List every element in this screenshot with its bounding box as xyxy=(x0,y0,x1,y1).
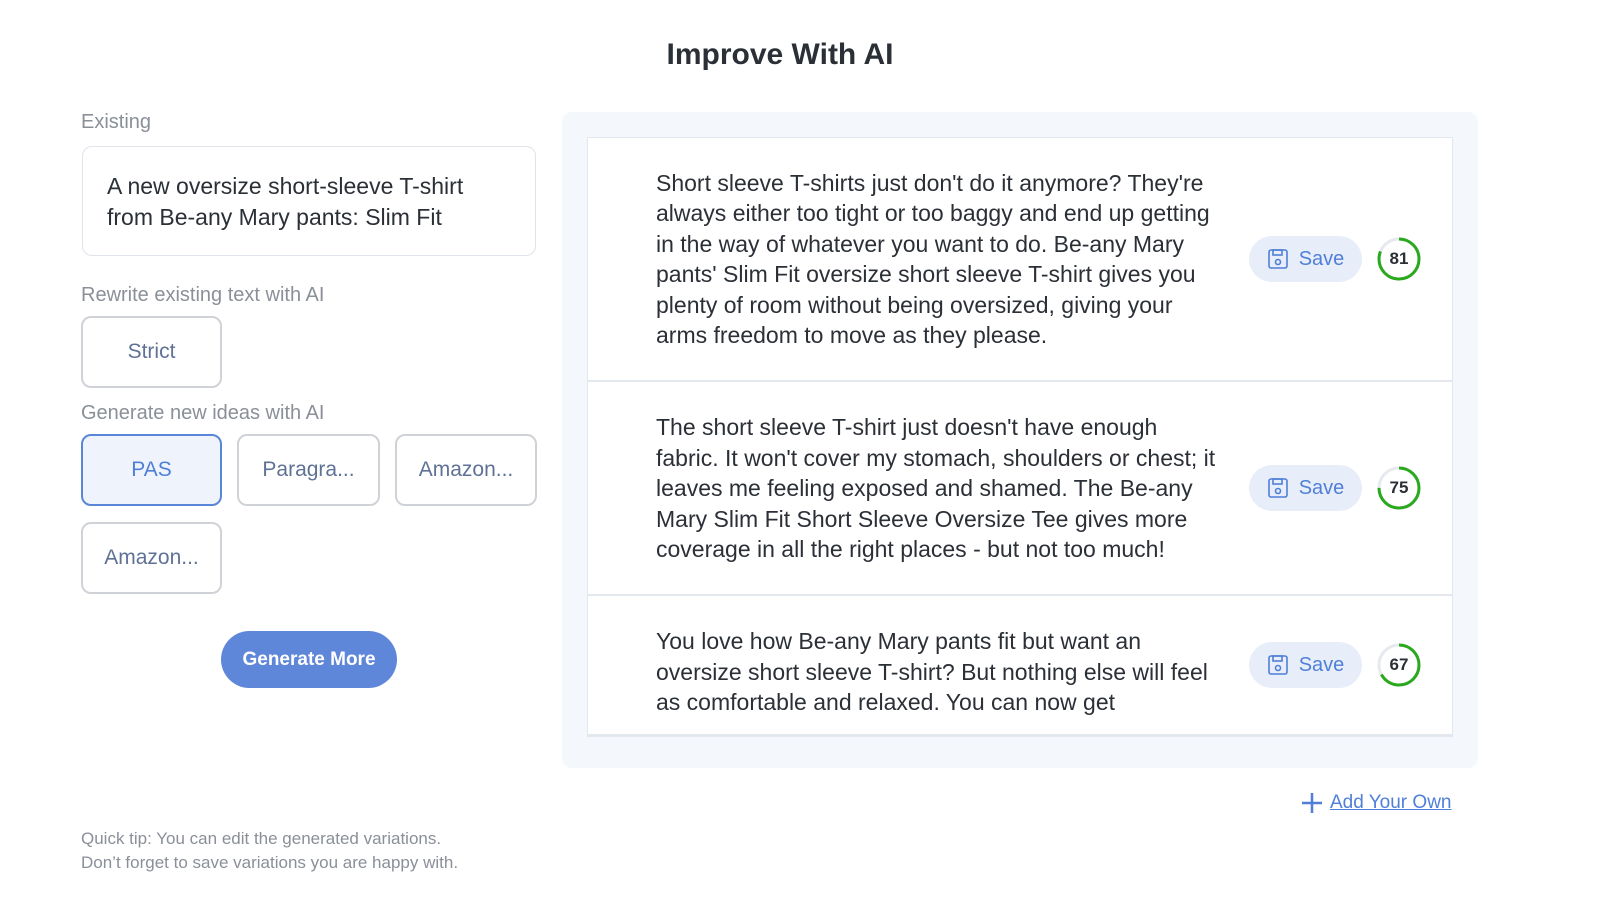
strict-button[interactable]: Strict xyxy=(81,316,222,388)
quick-tip: Quick tip: You can edit the generated va… xyxy=(81,827,458,875)
pas-button[interactable]: PAS xyxy=(81,434,222,506)
variation-card: The short sleeve T-shirt just doesn't ha… xyxy=(588,382,1452,597)
save-button[interactable]: Save xyxy=(1249,465,1362,512)
generate-more-button[interactable]: Generate More xyxy=(221,631,397,688)
variations-panel: Short sleeve T-shirts just don't do it a… xyxy=(562,112,1478,768)
amazon-button-1[interactable]: Amazon... xyxy=(395,434,537,506)
page-title: Improve With AI xyxy=(666,38,894,71)
score-value: 67 xyxy=(1389,655,1409,675)
save-label: Save xyxy=(1298,476,1345,499)
save-button[interactable]: Save xyxy=(1249,236,1362,283)
generate-label: Generate new ideas with AI xyxy=(81,402,325,424)
plus-icon xyxy=(1302,793,1322,813)
existing-label: Existing xyxy=(81,111,152,133)
variation-card: Short sleeve T-shirts just don't do it a… xyxy=(588,138,1452,383)
score-value: 81 xyxy=(1389,249,1409,269)
variation-text[interactable]: You love how Be-any Mary pants fit but w… xyxy=(656,626,1222,717)
existing-text-field[interactable]: A new oversize short-sleeve T-shirt from… xyxy=(82,146,536,256)
save-icon xyxy=(1267,655,1288,676)
variation-text[interactable]: The short sleeve T-shirt just doesn't ha… xyxy=(656,412,1222,564)
tip-line: Quick tip: You can edit the generated va… xyxy=(81,829,442,848)
save-label: Save xyxy=(1298,653,1345,676)
tip-line: Don’t forget to save variations you are … xyxy=(81,853,459,872)
amazon-button-2[interactable]: Amazon... xyxy=(81,522,222,594)
save-icon xyxy=(1267,478,1288,499)
paragraph-button[interactable]: Paragra... xyxy=(237,434,380,506)
score-ring: 67 xyxy=(1376,642,1422,688)
save-icon xyxy=(1267,249,1288,270)
add-your-own-button[interactable]: Add Your Own xyxy=(1300,791,1451,815)
variations-list[interactable]: Short sleeve T-shirts just don't do it a… xyxy=(587,137,1453,738)
rewrite-label: Rewrite existing text with AI xyxy=(81,284,325,306)
save-button[interactable]: Save xyxy=(1249,642,1362,689)
variation-card: You love how Be-any Mary pants fit but w… xyxy=(588,596,1452,737)
score-ring: 75 xyxy=(1376,465,1422,511)
variation-text[interactable]: Short sleeve T-shirts just don't do it a… xyxy=(656,168,1222,350)
score-ring: 81 xyxy=(1376,236,1422,282)
add-your-own-link[interactable]: Add Your Own xyxy=(1330,792,1451,814)
score-value: 75 xyxy=(1389,478,1409,498)
save-label: Save xyxy=(1298,247,1345,270)
